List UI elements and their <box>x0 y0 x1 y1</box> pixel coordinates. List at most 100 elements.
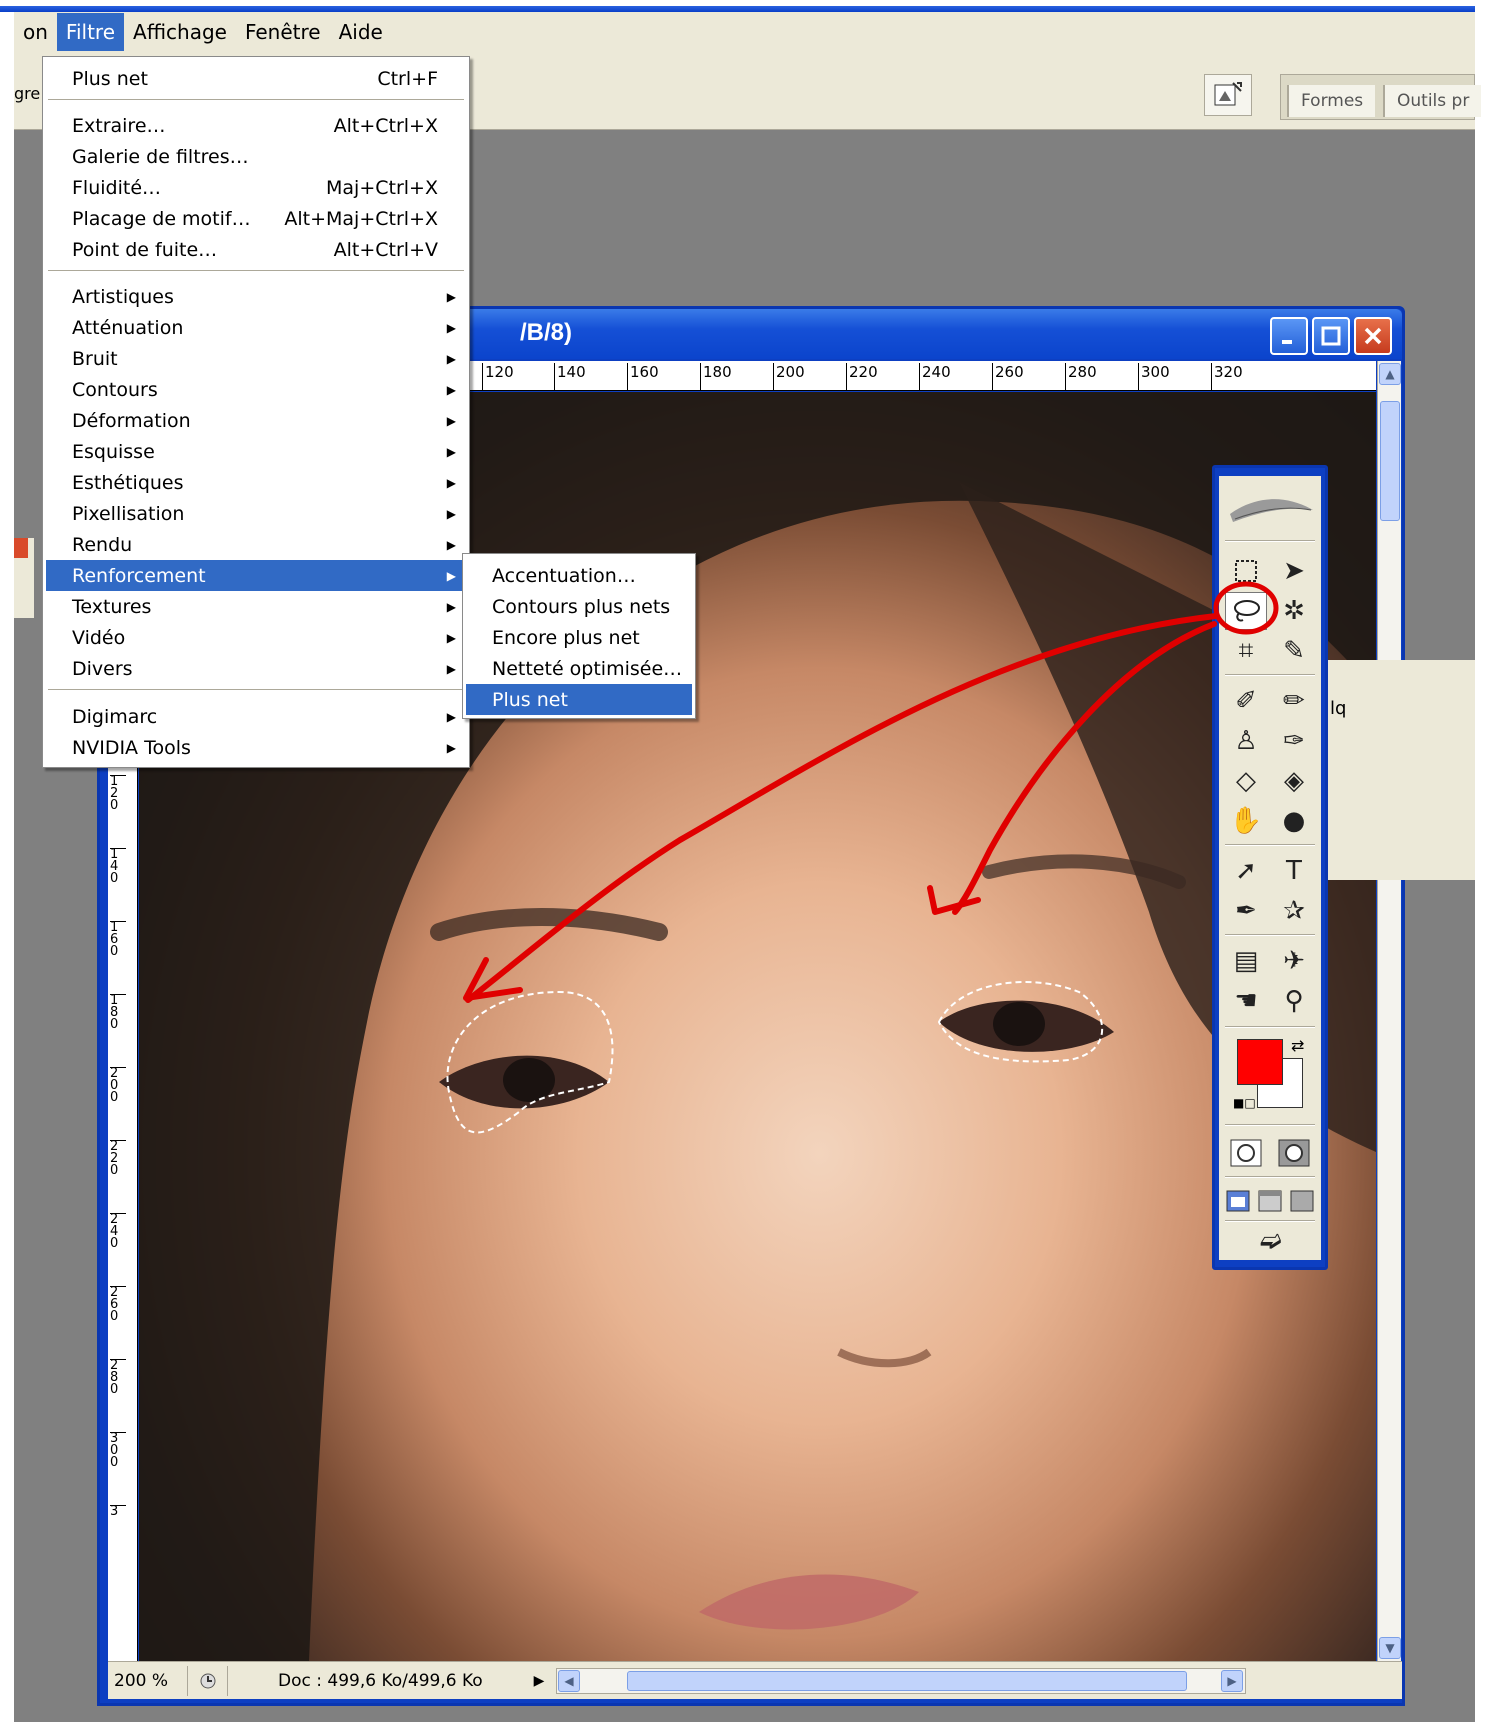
ruler-tick: 120 <box>482 363 514 390</box>
minimize-button[interactable] <box>1270 317 1308 355</box>
stamp-tool-icon[interactable]: ♙ <box>1225 722 1267 760</box>
submenu-item-encore-plus-net[interactable]: Encore plus net <box>466 622 692 653</box>
paint-bucket-icon[interactable]: ◈ <box>1273 762 1315 800</box>
menu-item-esthetiques[interactable]: Esthétiques ▶ <box>46 467 466 498</box>
slice-tool-icon[interactable]: ✎ <box>1273 632 1315 670</box>
healing-brush-icon[interactable]: ✐ <box>1225 682 1267 720</box>
close-button[interactable] <box>1354 317 1392 355</box>
scroll-thumb[interactable] <box>627 1670 1187 1691</box>
ruler-tick: 140 <box>554 363 586 390</box>
menu-item-attenuation[interactable]: Atténuation ▶ <box>46 312 466 343</box>
scroll-thumb[interactable] <box>1380 401 1400 521</box>
submenu-item-accentuation[interactable]: Accentuation… <box>466 560 692 591</box>
swap-colors-icon[interactable]: ⇄ <box>1291 1036 1304 1055</box>
screen-mode-standard-icon[interactable] <box>1221 1182 1255 1220</box>
ruler-tick: 300 <box>1138 363 1170 390</box>
submenu-item-plus-net[interactable]: Plus net <box>466 684 692 715</box>
submenu-item-contours-plus-nets[interactable]: Contours plus nets <box>466 591 692 622</box>
palette-well-icon[interactable] <box>1204 74 1252 116</box>
zoom-tool-icon[interactable]: ⚲ <box>1273 982 1315 1020</box>
ruler-tick: 160 <box>110 921 126 958</box>
hand-tool-icon[interactable]: ☚ <box>1225 982 1267 1020</box>
menu-item-divers[interactable]: Divers ▶ <box>46 653 466 684</box>
menu-item-textures[interactable]: Textures ▶ <box>46 591 466 622</box>
ruler-tick: 140 <box>110 848 126 885</box>
ruler-tick: 240 <box>919 363 951 390</box>
menu-item-renforcement[interactable]: Renforcement ▶ <box>46 560 466 591</box>
screen-mode-full-icon[interactable] <box>1285 1182 1319 1220</box>
menu-item-rendu[interactable]: Rendu ▶ <box>46 529 466 560</box>
menu-bar: on Filtre Affichage Fenêtre Aide <box>14 12 1475 52</box>
menu-item-extraire[interactable]: Extraire… Alt+Ctrl+X <box>46 110 466 141</box>
shape-tool-icon[interactable]: ✰ <box>1273 892 1315 930</box>
panel-label: lq <box>1330 698 1347 719</box>
default-colors-icon[interactable]: ■□ <box>1233 1096 1256 1110</box>
ruler-tick: 3 <box>110 1505 126 1518</box>
submenu-item-nettete-optimisee[interactable]: Netteté optimisée… <box>466 653 692 684</box>
type-tool-icon[interactable]: T <box>1273 852 1315 890</box>
menu-item-fluidite[interactable]: Fluidité… Maj+Ctrl+X <box>46 172 466 203</box>
eyedropper-icon[interactable]: ✈ <box>1273 942 1315 980</box>
ruler-tick: 320 <box>1211 363 1243 390</box>
eraser-tool-icon[interactable]: ◇ <box>1225 762 1267 800</box>
status-info-icon[interactable] <box>188 1665 228 1696</box>
menu-item-contours[interactable]: Contours ▶ <box>46 374 466 405</box>
scroll-left-icon[interactable]: ◀ <box>558 1669 580 1692</box>
menu-item-placage[interactable]: Placage de motif… Alt+Maj+Ctrl+X <box>46 203 466 234</box>
pen-tool-icon[interactable]: ✒ <box>1225 892 1267 930</box>
blur-tool-icon[interactable]: ✋ <box>1225 802 1267 840</box>
scroll-up-icon[interactable]: ▲ <box>1379 363 1401 385</box>
tab-outils-predefinis[interactable]: Outils pr <box>1383 85 1482 117</box>
left-edge <box>0 12 14 1722</box>
menu-item-esquisse[interactable]: Esquisse ▶ <box>46 436 466 467</box>
status-bar: 200 % Doc : 499,6 Ko/499,6 Ko ▶ ◀ ▶ <box>108 1661 1402 1699</box>
lasso-tool-icon[interactable] <box>1225 592 1267 630</box>
menu-aide[interactable]: Aide <box>330 13 392 51</box>
filtre-menu: Plus net Ctrl+F Extraire… Alt+Ctrl+X Galer… <box>42 56 470 768</box>
menu-item-pixellisation[interactable]: Pixellisation ▶ <box>46 498 466 529</box>
path-select-icon[interactable]: ➚ <box>1225 852 1267 890</box>
scroll-down-icon[interactable]: ▼ <box>1379 1637 1401 1659</box>
menu-item-video[interactable]: Vidéo ▶ <box>46 622 466 653</box>
magic-wand-icon[interactable]: ✲ <box>1273 592 1315 630</box>
ruler-tick: 260 <box>992 363 1024 390</box>
menu-item-plus-net-last[interactable]: Plus net Ctrl+F <box>46 63 466 94</box>
screen-mode-full-menu-icon[interactable] <box>1253 1182 1287 1220</box>
crop-tool-icon[interactable]: ⌗ <box>1225 632 1267 670</box>
tab-formes[interactable]: Formes <box>1287 85 1376 117</box>
status-menu-icon[interactable]: ▶ <box>528 1673 550 1689</box>
maximize-button[interactable] <box>1312 317 1350 355</box>
brush-tool-icon[interactable]: ✏ <box>1273 682 1315 720</box>
scroll-right-icon[interactable]: ▶ <box>1221 1669 1243 1692</box>
menu-item-bruit[interactable]: Bruit ▶ <box>46 343 466 374</box>
menu-affichage[interactable]: Affichage <box>124 13 236 51</box>
menu-edition-partial[interactable]: on <box>14 13 57 51</box>
menu-item-point-de-fuite[interactable]: Point de fuite… Alt+Ctrl+V <box>46 234 466 265</box>
palette-well: Formes Outils pr <box>1280 74 1482 120</box>
menu-item-artistiques[interactable]: Artistiques ▶ <box>46 281 466 312</box>
history-brush-icon[interactable]: ✑ <box>1273 722 1315 760</box>
menu-filtre[interactable]: Filtre <box>56 13 125 51</box>
top-edge <box>0 0 1485 12</box>
vertical-scrollbar[interactable]: ▲ ▼ <box>1377 361 1401 1661</box>
menu-item-nvidia-tools[interactable]: NVIDIA Tools ▶ <box>46 732 466 763</box>
horizontal-scrollbar[interactable]: ◀ ▶ <box>556 1667 1246 1694</box>
move-tool-icon[interactable]: ➤ <box>1273 552 1315 590</box>
menu-item-deformation[interactable]: Déformation ▶ <box>46 405 466 436</box>
toolbox: ➤ ✲ ⌗ ✎ ✐ ✏ ♙ ✑ ◇ ◈ ✋ ● ➚ T ✒ ✰ ▤ ✈ ☚ ⚲ … <box>1212 465 1328 1270</box>
close-icon[interactable] <box>14 538 28 558</box>
zoom-level[interactable]: 200 % <box>108 1665 188 1696</box>
menu-item-digimarc[interactable]: Digimarc ▶ <box>46 701 466 732</box>
burn-tool-icon[interactable]: ● <box>1273 802 1315 840</box>
layers-panel-partial: lq <box>1326 660 1475 880</box>
marquee-tool-icon[interactable] <box>1225 552 1267 590</box>
menu-fenetre[interactable]: Fenêtre <box>236 13 330 51</box>
foreground-color-swatch[interactable] <box>1237 1039 1283 1085</box>
menu-item-galerie[interactable]: Galerie de filtres… <box>46 141 466 172</box>
jump-to-imageready-icon[interactable]: ➫ <box>1241 1222 1301 1260</box>
ruler-tick: 280 <box>1065 363 1097 390</box>
standard-mode-icon[interactable] <box>1225 1134 1267 1172</box>
ruler-tick: 180 <box>700 363 732 390</box>
quickmask-mode-icon[interactable] <box>1273 1134 1315 1172</box>
notes-tool-icon[interactable]: ▤ <box>1225 942 1267 980</box>
